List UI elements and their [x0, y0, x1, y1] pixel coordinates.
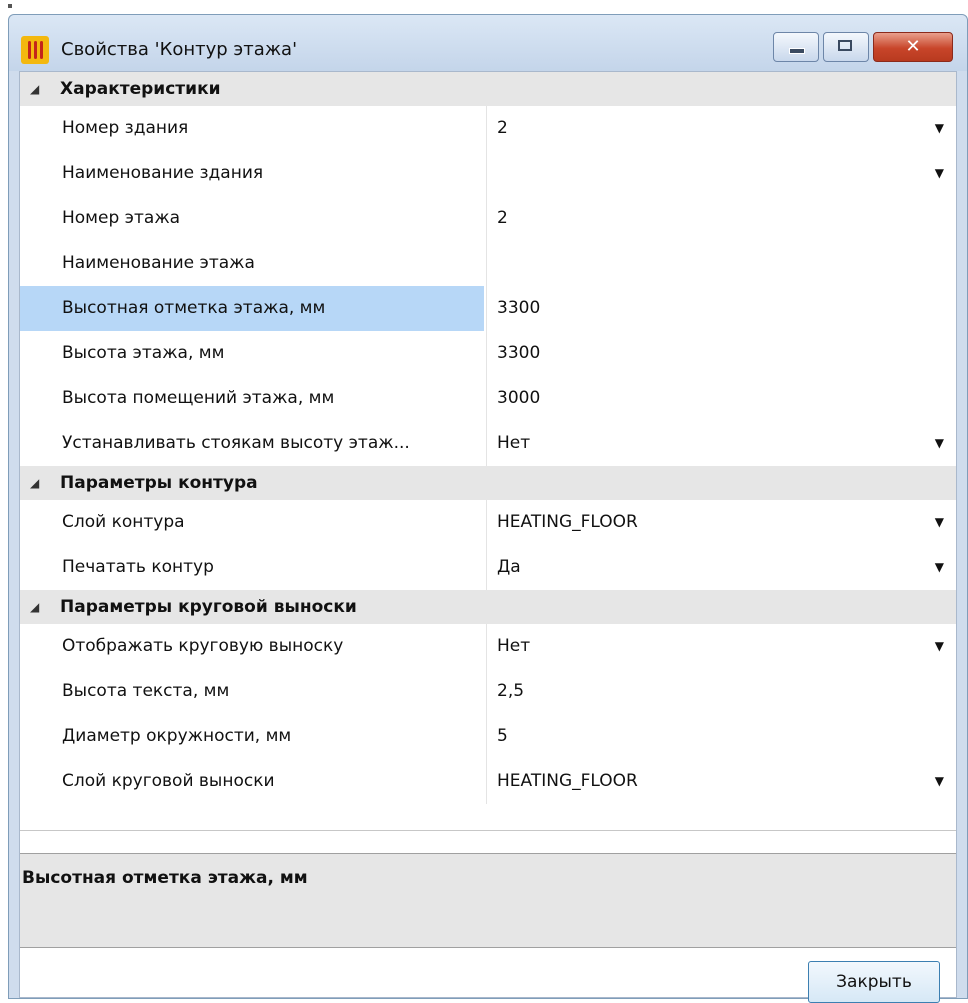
- maximize-button[interactable]: [823, 32, 869, 62]
- property-row[interactable]: Устанавливать стоякам высоту этаж... Нет…: [20, 421, 956, 466]
- property-name: Слой круговой выноски: [62, 771, 275, 791]
- property-value-text: HEATING_FLOOR: [497, 771, 638, 791]
- property-row[interactable]: Слой круговой выноски HEATING_FLOOR ▼: [20, 759, 956, 804]
- property-name: Высота помещений этажа, мм: [62, 388, 335, 408]
- property-value[interactable]: 3300: [486, 331, 956, 376]
- property-row[interactable]: Печатать контур Да ▼: [20, 545, 956, 590]
- dropdown-arrow-icon[interactable]: ▼: [935, 759, 944, 804]
- property-name: Номер здания: [62, 118, 189, 138]
- property-row[interactable]: Номер здания 2 ▼: [20, 106, 956, 151]
- collapse-arrow-icon[interactable]: ◢: [30, 476, 44, 490]
- property-value-text: 2: [497, 208, 508, 228]
- minimize-icon: [789, 48, 805, 54]
- property-row[interactable]: Высота помещений этажа, мм 3000: [20, 376, 956, 421]
- property-value-text: 2,5: [497, 681, 525, 701]
- property-value[interactable]: 2 ▼: [486, 106, 956, 151]
- property-value-text: 2: [497, 118, 508, 138]
- close-button[interactable]: Закрыть: [808, 961, 940, 1003]
- collapse-arrow-icon[interactable]: ◢: [30, 82, 44, 96]
- property-value[interactable]: 5: [486, 714, 956, 759]
- property-row-selected[interactable]: Высотная отметка этажа, мм 3300: [20, 286, 956, 331]
- property-name: Наименование здания: [62, 163, 264, 183]
- property-grid: ◢ Характеристики Номер здания 2 ▼ Наимен…: [20, 72, 956, 853]
- close-icon: ✕: [905, 36, 921, 57]
- dropdown-arrow-icon[interactable]: ▼: [935, 545, 944, 590]
- property-value-text: Нет: [497, 636, 531, 656]
- property-value[interactable]: Да ▼: [486, 545, 956, 590]
- property-value[interactable]: [486, 241, 956, 286]
- heating-app-icon: [21, 36, 49, 64]
- corner-mark: [8, 4, 12, 8]
- property-row[interactable]: Слой контура HEATING_FLOOR ▼: [20, 500, 956, 545]
- property-value[interactable]: 3300: [486, 286, 956, 331]
- close-window-button[interactable]: ✕: [873, 32, 953, 62]
- property-name: Слой контура: [62, 512, 185, 532]
- dropdown-arrow-icon[interactable]: ▼: [935, 151, 944, 196]
- property-value[interactable]: HEATING_FLOOR ▼: [486, 759, 956, 804]
- minimize-button[interactable]: [773, 32, 819, 62]
- property-value-text: Да: [497, 557, 521, 577]
- dropdown-arrow-icon[interactable]: ▼: [935, 106, 944, 151]
- property-name: Отображать круговую выноску: [62, 636, 344, 656]
- property-row[interactable]: Высота этажа, мм 3300: [20, 331, 956, 376]
- property-value-text: 3000: [497, 388, 541, 408]
- category-label: Параметры контура: [60, 473, 258, 493]
- category-label: Характеристики: [60, 79, 221, 99]
- property-name: Высота текста, мм: [62, 681, 230, 701]
- category-callout-params[interactable]: ◢ Параметры круговой выноски: [20, 590, 956, 624]
- property-value[interactable]: HEATING_FLOOR ▼: [486, 500, 956, 545]
- property-name: Устанавливать стоякам высоту этаж...: [62, 433, 410, 453]
- property-value[interactable]: 3000: [486, 376, 956, 421]
- property-value[interactable]: Нет ▼: [486, 421, 956, 466]
- property-row[interactable]: Наименование этажа: [20, 241, 956, 286]
- property-value-text: Нет: [497, 433, 531, 453]
- property-row[interactable]: Диаметр окружности, мм 5: [20, 714, 956, 759]
- title-bar[interactable]: Свойства 'Контур этажа' ✕: [9, 15, 967, 71]
- property-row[interactable]: Высота текста, мм 2,5: [20, 669, 956, 714]
- property-row[interactable]: Номер этажа 2: [20, 196, 956, 241]
- collapse-arrow-icon[interactable]: ◢: [30, 600, 44, 614]
- property-value[interactable]: ▼: [486, 151, 956, 196]
- property-row[interactable]: Отображать круговую выноску Нет ▼: [20, 624, 956, 669]
- grid-divider: [20, 830, 956, 831]
- property-name: Высота этажа, мм: [62, 343, 225, 363]
- maximize-icon: [838, 40, 852, 51]
- property-name: Наименование этажа: [62, 253, 255, 273]
- property-value[interactable]: Нет ▼: [486, 624, 956, 669]
- dropdown-arrow-icon[interactable]: ▼: [935, 421, 944, 466]
- property-name: Высотная отметка этажа, мм: [20, 286, 484, 331]
- category-contour-params[interactable]: ◢ Параметры контура: [20, 466, 956, 500]
- property-value-text: HEATING_FLOOR: [497, 512, 638, 532]
- property-name: Номер этажа: [62, 208, 181, 228]
- dropdown-arrow-icon[interactable]: ▼: [935, 624, 944, 669]
- property-value-text: 5: [497, 726, 508, 746]
- category-label: Параметры круговой выноски: [60, 597, 357, 617]
- property-name: Печатать контур: [62, 557, 214, 577]
- property-value[interactable]: 2,5: [486, 669, 956, 714]
- property-value-text: 3300: [497, 298, 541, 318]
- property-row[interactable]: Наименование здания ▼: [20, 151, 956, 196]
- property-value-text: 3300: [497, 343, 541, 363]
- property-value[interactable]: 2: [486, 196, 956, 241]
- window-title: Свойства 'Контур этажа': [61, 39, 298, 60]
- description-panel: Высотная отметка этажа, мм: [20, 853, 956, 948]
- description-title: Высотная отметка этажа, мм: [22, 868, 308, 888]
- content-area: ◢ Характеристики Номер здания 2 ▼ Наимен…: [19, 71, 957, 1003]
- properties-window: Свойства 'Контур этажа' ✕ ◢ Характеристи…: [8, 14, 968, 1003]
- property-name: Диаметр окружности, мм: [62, 726, 292, 746]
- dropdown-arrow-icon[interactable]: ▼: [935, 500, 944, 545]
- category-characteristics[interactable]: ◢ Характеристики: [20, 72, 956, 106]
